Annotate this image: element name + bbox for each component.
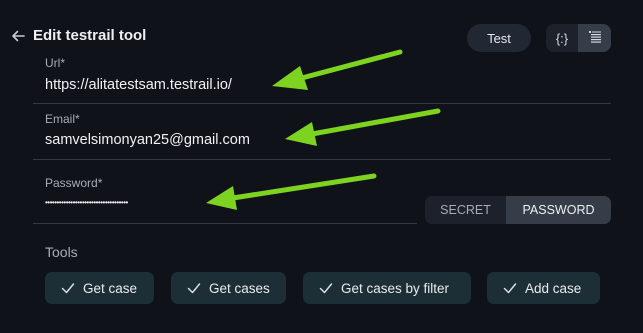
tool-chip-label: Get cases (209, 280, 270, 296)
url-label: Url* (45, 56, 65, 70)
secret-option[interactable]: SECRET (425, 196, 506, 224)
page-title: Edit testrail tool (33, 27, 147, 44)
password-label: Password* (45, 176, 103, 190)
url-field[interactable]: Url* https://alitatestsam.testrail.io/ (33, 54, 611, 104)
form-view-button[interactable] (578, 24, 611, 52)
password-option[interactable]: PASSWORD (506, 196, 611, 224)
tool-chip-get-cases[interactable]: Get cases (171, 272, 286, 304)
tool-chip-label: Get cases by filter (341, 280, 450, 296)
email-underline (33, 159, 611, 160)
list-icon (588, 30, 602, 47)
password-field[interactable]: Password* ••••••••••••••••••••••••••••••… (33, 174, 417, 224)
check-icon (319, 281, 333, 295)
secret-type-toggle: SECRET PASSWORD (425, 196, 611, 224)
password-underline (33, 223, 417, 224)
tool-chip-get-case[interactable]: Get case (45, 272, 154, 304)
email-input[interactable]: samvelsimonyan25@gmail.com (45, 132, 250, 148)
url-input[interactable]: https://alitatestsam.testrail.io/ (45, 77, 232, 93)
tool-chip-get-cases-by-filter[interactable]: Get cases by filter (303, 272, 471, 304)
tool-chip-add-case[interactable]: Add case (487, 272, 600, 304)
check-icon (187, 281, 201, 295)
email-field[interactable]: Email* samvelsimonyan25@gmail.com (33, 110, 611, 160)
tools-label: Tools (45, 244, 78, 260)
url-underline (33, 103, 611, 104)
email-label: Email* (45, 112, 80, 126)
view-mode-toggle: {:} (546, 24, 611, 52)
back-arrow-icon[interactable] (10, 28, 26, 44)
password-input[interactable]: •••••••••••••••••••••••••••••••••••• (45, 198, 128, 207)
check-icon (61, 281, 75, 295)
tool-chip-label: Get case (83, 280, 138, 296)
test-button[interactable]: Test (467, 24, 531, 52)
json-view-button[interactable]: {:} (546, 24, 578, 52)
check-icon (503, 281, 517, 295)
tool-chip-label: Add case (525, 280, 582, 296)
